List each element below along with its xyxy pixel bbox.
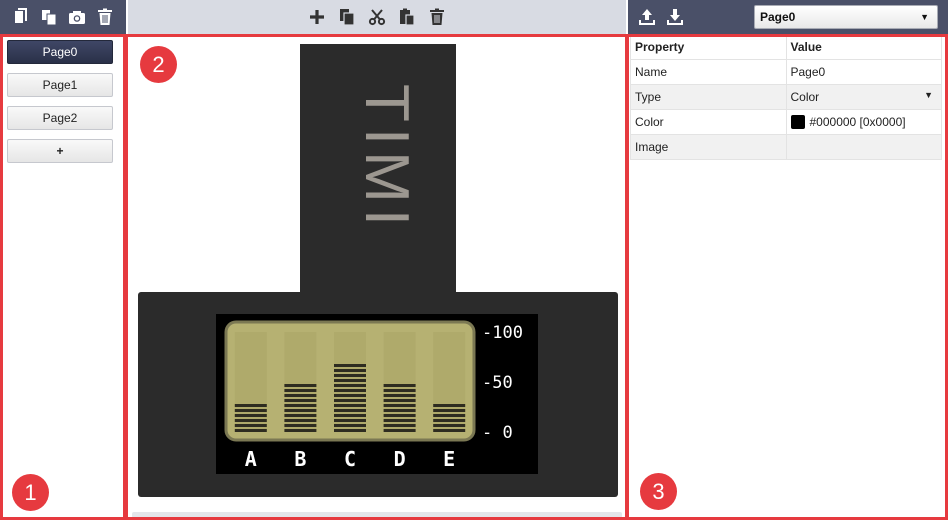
pages-toolbar bbox=[0, 0, 126, 34]
property-type-select[interactable]: Color ▼ bbox=[785, 84, 942, 110]
category-label: D bbox=[394, 447, 406, 471]
copy-element-icon[interactable] bbox=[336, 6, 358, 28]
canvas-panel[interactable]: TIMI -100 -50 - 0 A B C D E bbox=[128, 34, 626, 520]
page-item-page0[interactable]: Page0 bbox=[7, 40, 113, 64]
properties-toolbar: Page0 ▼ bbox=[628, 0, 948, 34]
annotation-badge-3: 3 bbox=[640, 473, 677, 510]
page-select-value: Page0 bbox=[760, 10, 796, 24]
properties-panel: Property Value Name Page0 Type Color ▼ Co… bbox=[628, 34, 948, 520]
canvas-scrollbar[interactable] bbox=[132, 512, 622, 518]
cut-element-icon[interactable] bbox=[366, 6, 388, 28]
delete-page-icon[interactable] bbox=[94, 6, 116, 28]
paste-element-icon[interactable] bbox=[396, 6, 418, 28]
color-value: #000000 [0x0000] bbox=[809, 115, 906, 129]
copy-page-icon[interactable] bbox=[38, 6, 60, 28]
upload-icon[interactable] bbox=[636, 6, 658, 28]
device-preview[interactable]: TIMI -100 -50 - 0 A B C D E bbox=[128, 34, 626, 510]
page-item-page1[interactable]: Page1 bbox=[7, 73, 113, 97]
category-label: C bbox=[344, 447, 356, 471]
property-label: Color bbox=[630, 109, 787, 135]
page-item-page2[interactable]: Page2 bbox=[7, 106, 113, 130]
app-window: Page0 ▼ Page0 Page1 Page2 + TIMI -100 -50… bbox=[0, 0, 948, 520]
category-label: A bbox=[245, 447, 257, 471]
chevron-down-icon: ▼ bbox=[924, 90, 933, 100]
canvas-toolbar bbox=[128, 0, 626, 34]
y-tick-label: - 0 bbox=[482, 423, 513, 443]
bar-E bbox=[433, 332, 466, 432]
screenshot-icon[interactable] bbox=[66, 6, 88, 28]
brand-text: TIMI bbox=[352, 84, 421, 232]
property-label: Image bbox=[630, 134, 787, 160]
y-tick-label: -100 bbox=[482, 323, 523, 343]
type-value: Color bbox=[790, 90, 820, 104]
category-label: B bbox=[294, 447, 306, 471]
pages-panel: Page0 Page1 Page2 + bbox=[0, 34, 126, 520]
annotation-badge-1: 1 bbox=[12, 474, 49, 511]
add-page-icon[interactable] bbox=[10, 6, 32, 28]
category-label: E bbox=[443, 447, 455, 471]
property-color-picker[interactable]: #000000 [0x0000] bbox=[785, 109, 942, 135]
property-label: Type bbox=[630, 84, 787, 110]
page-select-dropdown[interactable]: Page0 ▼ bbox=[754, 5, 938, 29]
chevron-down-icon: ▼ bbox=[920, 12, 929, 22]
property-value-input[interactable]: Page0 bbox=[785, 59, 942, 85]
property-label: Name bbox=[630, 59, 787, 85]
property-row-color[interactable]: Color #000000 [0x0000] bbox=[630, 109, 942, 135]
properties-header: Property Value bbox=[630, 34, 942, 60]
value-header: Value bbox=[785, 34, 942, 60]
delete-element-icon[interactable] bbox=[426, 6, 448, 28]
download-icon[interactable] bbox=[664, 6, 686, 28]
bar-C bbox=[334, 332, 366, 432]
y-tick-label: -50 bbox=[482, 373, 513, 393]
property-row-image[interactable]: Image bbox=[630, 134, 942, 160]
add-element-icon[interactable] bbox=[306, 6, 328, 28]
add-page-button[interactable]: + bbox=[7, 139, 113, 163]
property-header: Property bbox=[630, 34, 787, 60]
property-image-value[interactable] bbox=[785, 134, 942, 160]
properties-table: Property Value Name Page0 Type Color ▼ Co… bbox=[630, 34, 942, 160]
bar-D bbox=[383, 332, 416, 432]
annotation-badge-2: 2 bbox=[140, 46, 177, 83]
property-row-type[interactable]: Type Color ▼ bbox=[630, 84, 942, 110]
bar-B bbox=[284, 332, 317, 432]
property-row-name[interactable]: Name Page0 bbox=[630, 59, 942, 85]
color-swatch[interactable] bbox=[790, 115, 805, 129]
bar-A bbox=[234, 332, 267, 432]
